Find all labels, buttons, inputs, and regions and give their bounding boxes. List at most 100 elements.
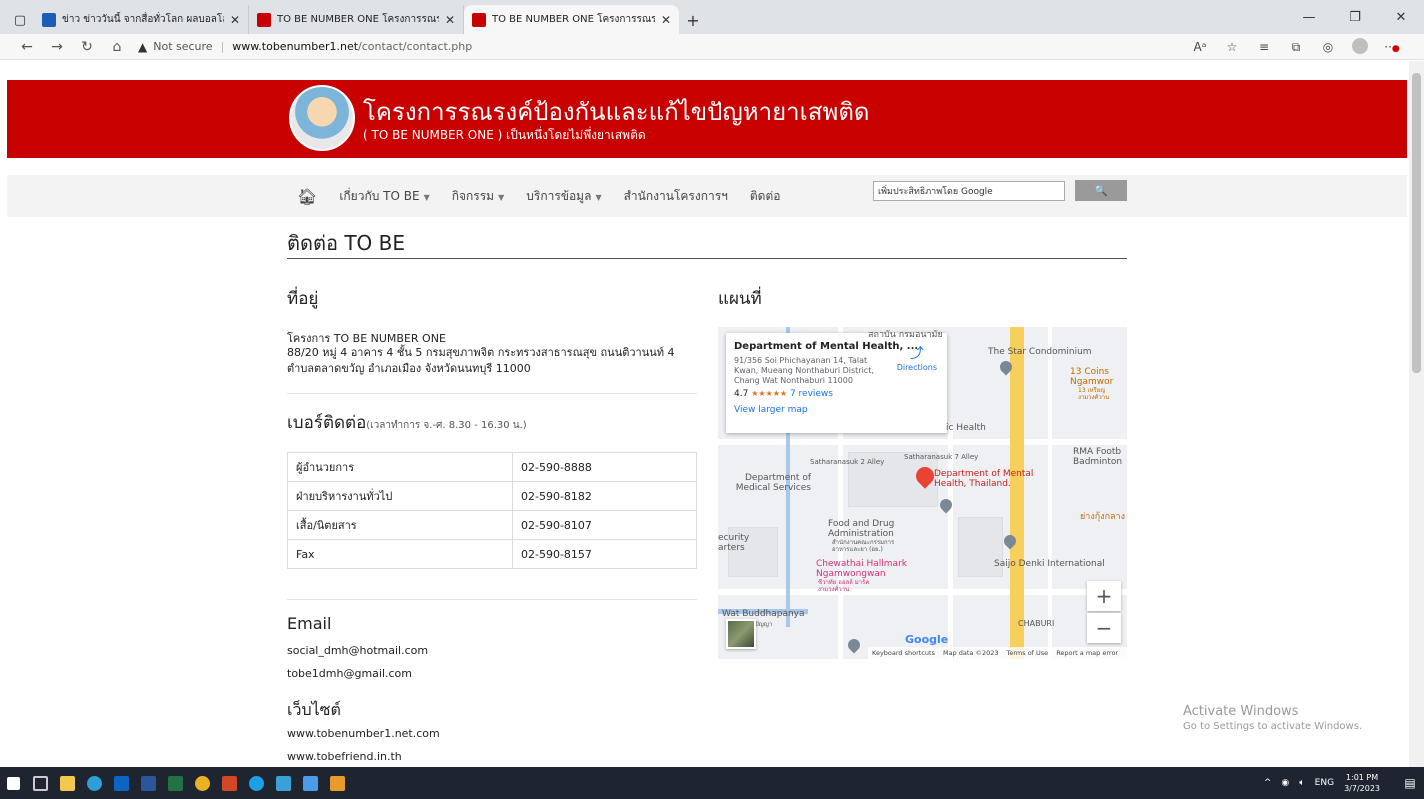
powerpoint-icon[interactable] (216, 767, 243, 799)
site-subtitle: ( TO BE NUMBER ONE ) เป็นหนึ่งโดยไม่พึ่ง… (363, 128, 646, 142)
volume-icon[interactable]: 🔈︎ (1299, 778, 1304, 788)
google-search-input[interactable]: เพิ่มประสิทธิภาพโดย Google (873, 181, 1065, 201)
google-logo: Google (905, 633, 949, 646)
website-link[interactable]: www.tobenumber1.net.com (287, 727, 440, 740)
site-logo[interactable] (289, 85, 355, 151)
zoom-out-button[interactable]: − (1087, 613, 1121, 643)
task-view-icon[interactable] (27, 767, 54, 799)
map-attribution: Keyboard shortcuts Map data ©2023 Terms … (868, 647, 1127, 659)
notification-icon[interactable]: ▤ (1396, 767, 1424, 799)
tab-close-icon[interactable]: ✕ (230, 13, 240, 27)
collections-icon[interactable]: ⧉ (1280, 40, 1312, 55)
map-heading: แผนที่ (718, 289, 762, 309)
map-label: Satharanasuk 2 Alley (810, 458, 885, 466)
tab-close-icon[interactable]: ✕ (445, 13, 455, 27)
tab-close-icon[interactable]: ✕ (661, 13, 671, 27)
favorite-star-icon[interactable]: ☆ (1216, 40, 1248, 54)
page-title: ติดต่อ TO BE (287, 231, 406, 255)
file-explorer-icon[interactable] (54, 767, 81, 799)
rating-stars: ★★★★★ (751, 389, 788, 398)
minimize-icon[interactable]: — (1286, 0, 1332, 34)
map-label: Saijo Denki International (994, 559, 1105, 569)
tab-favicon-icon (257, 12, 271, 27)
place-address: 91/356 Soi Phichayanan 14, Talat Kwan, M… (734, 356, 874, 385)
network-icon[interactable]: ◉ (1281, 778, 1289, 788)
url-path[interactable]: /contact/contact.php (358, 40, 472, 53)
windows-taskbar: ^ ◉ 🔈︎ ENG 1:01 PM 3/7/2023 ▤ (0, 767, 1424, 799)
language-indicator[interactable]: ENG (1315, 778, 1334, 788)
not-secure-label[interactable]: Not secure (153, 40, 212, 53)
satellite-toggle[interactable] (726, 619, 756, 649)
home-icon[interactable]: 🏠︎ (297, 187, 317, 206)
browser-tab-active[interactable]: TO BE NUMBER ONE โครงการรณร ✕ (464, 5, 679, 34)
email-link[interactable]: social_dmh@hotmail.com (287, 644, 428, 657)
forward-icon[interactable]: → (42, 39, 72, 55)
reviews-link[interactable]: 7 reviews (790, 389, 833, 399)
nav-item-activities[interactable]: กิจกรรม ▼ (452, 187, 505, 206)
warning-icon[interactable]: ▲ (138, 40, 147, 54)
address-text: 88/20 หมู่ 4 อาคาร 4 ชั้น 5 กรมสุขภาพจิต… (287, 346, 675, 375)
phone-table: ผู้อำนวยการ 02-590-8888 ฝ่ายบริหารงานทั่ว… (287, 452, 697, 569)
terms-link[interactable]: Terms of Use (1007, 649, 1049, 657)
chevron-up-icon[interactable]: ^ (1264, 778, 1272, 788)
map-highway (1010, 327, 1024, 659)
email-heading: Email (287, 614, 332, 633)
nav-item-info-services[interactable]: บริการข้อมูล ▼ (526, 187, 601, 206)
browser-tab[interactable]: ข่าว ข่าววันนี้ จากสื่อทั่วโลก ผลบอลโลก … (34, 5, 249, 34)
page-scrollbar[interactable] (1409, 61, 1424, 767)
store-icon[interactable] (108, 767, 135, 799)
nav-item-about[interactable]: เกี่ยวกับ TO BE ▼ (339, 187, 429, 206)
close-window-icon[interactable]: ✕ (1378, 0, 1424, 34)
main-nav: 🏠︎ เกี่ยวกับ TO BE ▼ กิจกรรม ▼ บริการข้อมู… (7, 175, 1407, 217)
view-larger-map-link[interactable]: View larger map (734, 405, 939, 415)
table-row: Fax 02-590-8157 (287, 539, 697, 569)
word-icon[interactable] (135, 767, 162, 799)
nav-item-contact[interactable]: ติดต่อ (750, 187, 781, 206)
app-icon[interactable] (270, 767, 297, 799)
back-icon[interactable]: ← (12, 39, 42, 55)
caret-down-icon: ▼ (595, 192, 602, 202)
map-label: 13 Coins Ngamwor (1070, 367, 1114, 387)
search-button[interactable]: 🔍 (1075, 180, 1127, 201)
map-label: CHABURI (1018, 619, 1055, 628)
url-field[interactable]: ▲ Not secure | www.tobenumber1.net/conta… (138, 40, 472, 54)
mail-icon[interactable] (297, 767, 324, 799)
edge-icon[interactable] (81, 767, 108, 799)
more-menu-icon[interactable]: ··● (1376, 40, 1408, 54)
favorites-list-icon[interactable]: ≡ (1248, 40, 1280, 54)
title-divider (287, 258, 1127, 259)
refresh-icon[interactable]: ↻ (72, 39, 102, 55)
start-icon[interactable] (0, 767, 27, 799)
tab-actions-icon[interactable]: ▢ (6, 6, 34, 34)
map-label: ชีวาทัย ฮอลล์ มาร์ค งามวงศ์วาน (818, 579, 870, 593)
caret-down-icon: ▼ (498, 192, 505, 202)
new-tab-icon[interactable]: + (679, 6, 707, 34)
map-road (1048, 327, 1052, 659)
map-poi-icon[interactable] (845, 636, 863, 654)
internet-explorer-icon[interactable] (243, 767, 270, 799)
zoom-in-button[interactable]: + (1087, 581, 1121, 611)
scroll-thumb[interactable] (1412, 73, 1421, 373)
url-host[interactable]: www.tobenumber1.net (232, 40, 358, 53)
website-link[interactable]: www.tobefriend.in.th (287, 750, 402, 763)
window-controls: — ❐ ✕ (1286, 0, 1424, 34)
excel-icon[interactable] (162, 767, 189, 799)
phone-number: 02-590-8107 (512, 510, 697, 540)
chrome-icon[interactable] (189, 767, 216, 799)
clock[interactable]: 1:01 PM 3/7/2023 (1344, 772, 1380, 794)
embedded-map[interactable]: Department of Mental Health, ... 91/356 … (718, 327, 1127, 659)
map-label: Wat Buddhapanya (722, 609, 805, 619)
email-link[interactable]: tobe1dmh@gmail.com (287, 667, 412, 680)
profile-icon[interactable] (1344, 37, 1376, 57)
browser-tab[interactable]: TO BE NUMBER ONE โครงการรณร ✕ (249, 5, 464, 34)
directions-button[interactable]: ⤴ Directions (897, 343, 937, 372)
restore-icon[interactable]: ❐ (1332, 0, 1378, 34)
shield-icon[interactable]: ◎ (1312, 40, 1344, 54)
report-error-link[interactable]: Report a map error (1056, 649, 1118, 657)
home-browser-icon[interactable]: ⌂ (102, 39, 132, 55)
nav-item-office[interactable]: สำนักงานโครงการฯ (624, 187, 728, 206)
read-aloud-icon[interactable]: Aᵃ (1184, 40, 1216, 54)
address-heading: ที่อยู่ (287, 289, 319, 309)
keyboard-shortcuts-link[interactable]: Keyboard shortcuts (872, 649, 935, 657)
app-icon[interactable] (324, 767, 351, 799)
